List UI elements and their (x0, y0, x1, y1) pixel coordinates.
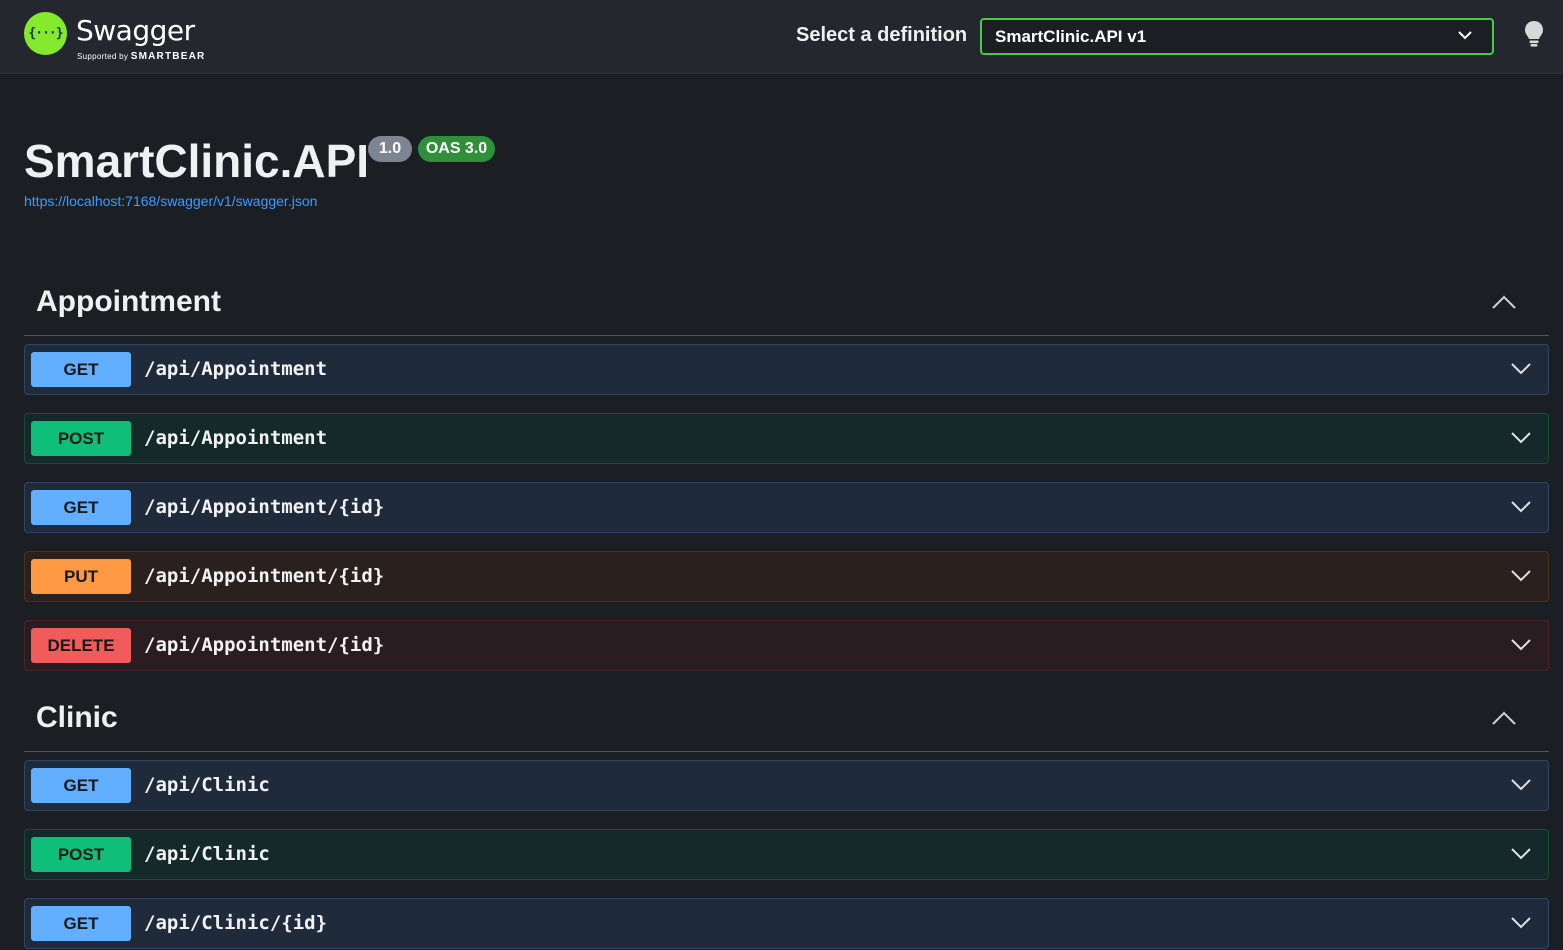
lightbulb-icon[interactable] (1522, 20, 1546, 48)
operation-post-appointment[interactable]: POST /api/Appointment (24, 413, 1549, 464)
chevron-down-icon[interactable] (1510, 777, 1532, 793)
chevron-down-icon[interactable] (1510, 846, 1532, 862)
operation-path: /api/Clinic (144, 843, 270, 865)
operation-get-clinic-by-id[interactable]: GET /api/Clinic/{id} (24, 898, 1549, 949)
method-badge-get: GET (31, 352, 131, 387)
method-badge-post: POST (31, 421, 131, 456)
operation-path: /api/Clinic/{id} (144, 912, 328, 934)
tag-header-appointment[interactable]: Appointment (24, 276, 1549, 336)
logo-subtitle: Supported by SMARTBEAR (77, 51, 205, 62)
method-badge-delete: DELETE (31, 628, 131, 663)
operation-path: /api/Appointment/{id} (144, 634, 385, 656)
top-bar: {···} Swagger Supported by SMARTBEAR Sel… (0, 0, 1563, 74)
operation-put-appointment-by-id[interactable]: PUT /api/Appointment/{id} (24, 551, 1549, 602)
operation-path: /api/Appointment/{id} (144, 565, 385, 587)
tag-header-clinic[interactable]: Clinic (24, 692, 1549, 752)
operation-post-clinic[interactable]: POST /api/Clinic (24, 829, 1549, 880)
method-badge-post: POST (31, 837, 131, 872)
operation-get-appointment[interactable]: GET /api/Appointment (24, 344, 1549, 395)
chevron-down-icon[interactable] (1510, 499, 1532, 515)
swagger-logo-icon[interactable]: {···} (24, 12, 67, 55)
method-badge-get: GET (31, 906, 131, 941)
operation-path: /api/Clinic (144, 774, 270, 796)
method-badge-get: GET (31, 768, 131, 803)
operation-path: /api/Appointment (144, 427, 328, 449)
logo-sub-prefix: Supported by (77, 52, 129, 61)
oas-badge: OAS 3.0 (418, 136, 495, 162)
method-badge-put: PUT (31, 559, 131, 594)
chevron-down-icon (1458, 31, 1472, 40)
tag-name: Clinic (36, 701, 118, 734)
chevron-down-icon[interactable] (1510, 637, 1532, 653)
tag-name: Appointment (36, 285, 221, 318)
operation-get-appointment-by-id[interactable]: GET /api/Appointment/{id} (24, 482, 1549, 533)
logo-sub-brand: SMARTBEAR (130, 51, 206, 62)
definition-select-value: SmartClinic.API v1 (995, 27, 1147, 46)
definition-label: Select a definition (796, 24, 968, 46)
chevron-down-icon[interactable] (1510, 915, 1532, 931)
method-badge-get: GET (31, 490, 131, 525)
chevron-down-icon[interactable] (1510, 430, 1532, 446)
spec-link[interactable]: https://localhost:7168/swagger/v1/swagge… (24, 193, 317, 209)
operation-path: /api/Appointment/{id} (144, 496, 385, 518)
definition-select[interactable]: SmartClinic.API v1 (980, 18, 1494, 55)
version-badge: 1.0 (368, 136, 412, 162)
chevron-down-icon[interactable] (1510, 568, 1532, 584)
tag-section-appointment: Appointment GET /api/Appointment POST /a… (24, 276, 1549, 671)
chevron-up-icon[interactable] (1491, 710, 1517, 726)
operation-get-clinic[interactable]: GET /api/Clinic (24, 760, 1549, 811)
operation-path: /api/Appointment (144, 358, 328, 380)
operation-delete-appointment-by-id[interactable]: DELETE /api/Appointment/{id} (24, 620, 1549, 671)
logo-text[interactable]: Swagger (76, 14, 195, 47)
chevron-up-icon[interactable] (1491, 294, 1517, 310)
tag-section-clinic: Clinic GET /api/Clinic POST /api/Clinic … (24, 692, 1549, 949)
chevron-down-icon[interactable] (1510, 361, 1532, 377)
api-title: SmartClinic.API (24, 135, 370, 187)
